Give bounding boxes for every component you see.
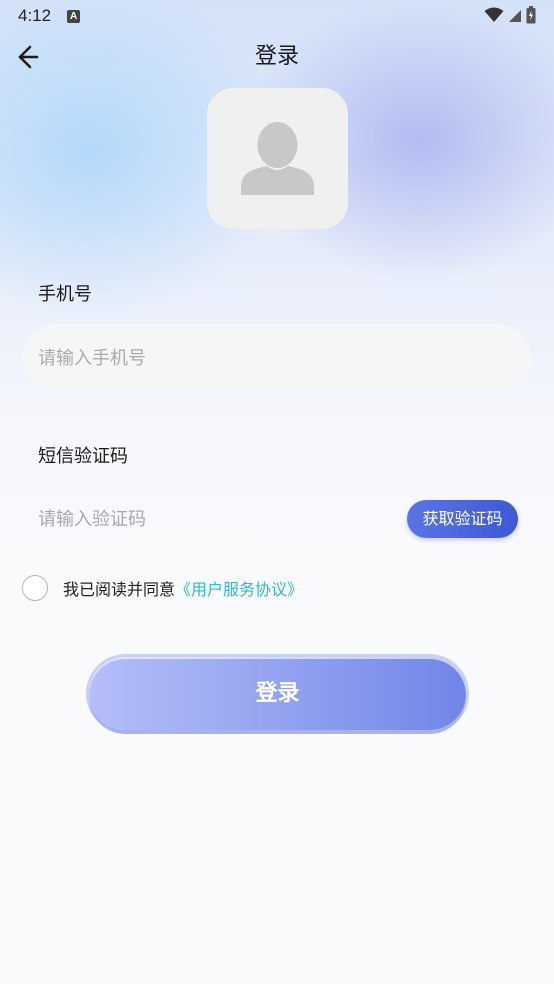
user-agreement-link[interactable]: 《用户服务协议》: [175, 576, 303, 600]
agreement-text: 我已阅读并同意: [63, 580, 176, 599]
status-bar: 4:12 A: [0, 0, 554, 32]
agreement-checkbox[interactable]: [22, 575, 48, 601]
get-code-button[interactable]: 获取验证码: [407, 500, 518, 538]
agreement-row: 我已阅读并同意 《用户服务协议》: [22, 575, 303, 601]
phone-input[interactable]: 请输入手机号: [22, 324, 531, 390]
notification-badge-icon: A: [67, 9, 81, 23]
status-icons: [484, 6, 536, 24]
wifi-icon: [484, 7, 504, 22]
avatar: [207, 88, 348, 229]
page-title: 登录: [254, 44, 299, 69]
header-background: [0, 0, 554, 560]
login-button[interactable]: 登录: [89, 657, 466, 730]
cell-signal-icon: [509, 10, 521, 22]
default-avatar-icon: [241, 122, 314, 195]
phone-placeholder: 请输入手机号: [38, 348, 146, 369]
code-input[interactable]: 请输入验证码: [38, 506, 146, 534]
phone-label: 手机号: [38, 284, 92, 305]
status-time: 4:12: [18, 6, 52, 25]
code-placeholder: 请输入验证码: [38, 509, 146, 530]
code-label: 短信验证码: [38, 446, 128, 467]
battery-icon: [526, 6, 536, 24]
